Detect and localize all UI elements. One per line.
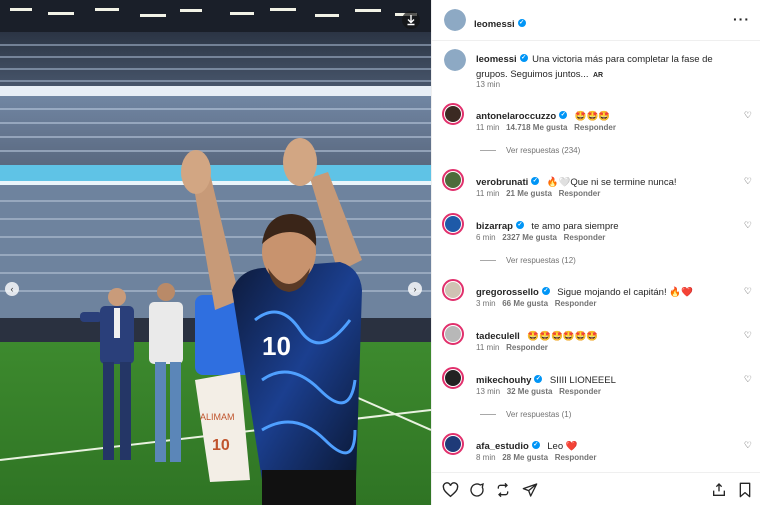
comment: afa_estudio ✓ Leo ❤️ 8 min 28 Me gusta Re… — [432, 430, 760, 470]
next-image-button[interactable]: › — [408, 282, 422, 296]
comment-time: 11 min — [476, 189, 500, 198]
comment-text: SIIII LIONEEEL — [549, 375, 616, 386]
comment: verobrunati ✓ 🔥🤍Que ni se termine nunca! … — [432, 166, 760, 206]
commenter-username[interactable]: afa_estudio — [476, 441, 529, 452]
repost-icon[interactable] — [495, 482, 511, 498]
comment: tadeculell 🤩🤩🤩🤩🤩🤩 11 min Responder ♡ — [432, 320, 760, 360]
like-comment-heart-icon[interactable]: ♡ — [744, 330, 752, 341]
bookmark-icon[interactable] — [738, 482, 752, 498]
commenter-avatar[interactable] — [442, 433, 464, 455]
verified-icon: ✓ — [517, 18, 526, 27]
post-photo: 10 ALIMAM 10 ‹ › — [0, 0, 431, 505]
divider — [480, 414, 496, 415]
comment-icon[interactable] — [469, 482, 485, 498]
comment-text: Leo ❤️ — [547, 441, 578, 452]
comment-time: 11 min — [476, 343, 500, 352]
comment-time: 13 min — [476, 387, 501, 396]
commenter-username[interactable]: bizarrap — [476, 221, 513, 232]
commenter-avatar[interactable] — [442, 169, 464, 191]
like-comment-heart-icon[interactable]: ♡ — [744, 176, 752, 187]
comment: mikechouhy ✓ SIIII LIONEEEL 13 min 32 Me … — [432, 364, 760, 424]
comment-time: 6 min — [476, 233, 496, 242]
commenter-username[interactable]: mikechouhy — [476, 375, 531, 386]
reply-button[interactable]: Responder — [555, 453, 597, 462]
more-icon: ··· — [733, 11, 750, 27]
verified-icon: ✓ — [531, 440, 540, 449]
caption: leomessi ✓ Una victoria más para completa… — [476, 51, 746, 82]
comment-likes[interactable]: 2327 Me gusta — [502, 233, 557, 242]
commenter-username[interactable]: antonelaroccuzzo — [476, 111, 556, 122]
commenter-username[interactable]: tadeculell — [476, 331, 520, 342]
comment-text: 🤩🤩🤩🤩🤩🤩 — [527, 331, 599, 342]
reply-button[interactable]: Responder — [559, 387, 601, 396]
author-avatar[interactable] — [444, 9, 466, 31]
commenter-username[interactable]: verobrunati — [476, 177, 528, 188]
commenter-username[interactable]: gregorossello — [476, 287, 539, 298]
comment-likes[interactable]: 32 Me gusta — [507, 387, 553, 396]
reply-button[interactable]: Responder — [564, 233, 606, 242]
download-button[interactable] — [402, 11, 420, 29]
commenter-avatar[interactable] — [442, 323, 464, 345]
comment: antonelaroccuzzo ✓ 🤩🤩🤩 11 min 14.718 Me g… — [432, 100, 760, 160]
share-to-story-icon[interactable] — [711, 482, 727, 498]
caption-time: 13 min — [476, 80, 501, 89]
verified-icon: ✓ — [519, 53, 528, 62]
post-header: leomessi ✓ ··· — [432, 0, 760, 41]
divider — [480, 150, 496, 151]
comment-text: Sigue mojando el capitán! 🔥❤️ — [557, 287, 693, 298]
heart-icon[interactable] — [442, 482, 459, 498]
like-comment-heart-icon[interactable]: ♡ — [744, 440, 752, 451]
comment-time: 11 min — [476, 123, 500, 132]
divider — [480, 260, 496, 261]
comment: gregorossello ✓ Sigue mojando el capitán!… — [432, 276, 760, 316]
view-replies-button[interactable]: Ver respuestas (12) — [506, 256, 576, 265]
chevron-right-icon: › — [413, 284, 417, 294]
caption-avatar[interactable] — [444, 49, 466, 71]
reply-button[interactable]: Responder — [555, 299, 597, 308]
verified-icon: ✓ — [534, 374, 543, 383]
comment-likes[interactable]: 21 Me gusta — [506, 189, 552, 198]
action-bar — [432, 472, 760, 506]
more-options-button[interactable]: ··· — [733, 11, 750, 27]
author-username[interactable]: leomessi — [474, 19, 515, 30]
reply-button[interactable]: Responder — [506, 343, 548, 352]
comment-text: te amo para siempre — [531, 221, 619, 232]
verified-icon: ✓ — [541, 286, 550, 295]
verified-icon: ✓ — [515, 220, 524, 229]
chevron-left-icon: ‹ — [10, 284, 14, 294]
caption-username[interactable]: leomessi — [476, 54, 517, 65]
svg-text:10: 10 — [212, 437, 230, 454]
like-comment-heart-icon[interactable]: ♡ — [744, 220, 752, 231]
verified-icon: ✓ — [531, 176, 540, 185]
comment-likes[interactable]: 28 Me gusta — [502, 453, 548, 462]
download-icon — [407, 15, 415, 26]
commenter-avatar[interactable] — [442, 103, 464, 125]
reply-button[interactable]: Responder — [574, 123, 616, 132]
reply-button[interactable]: Responder — [559, 189, 601, 198]
comment: bizarrap ✓ te amo para siempre 6 min 2327… — [432, 210, 760, 270]
comment-text: 🤩🤩🤩 — [574, 111, 611, 122]
comment-likes[interactable]: 66 Me gusta — [502, 299, 548, 308]
comment-time: 3 min — [476, 299, 496, 308]
previous-image-button[interactable]: ‹ — [5, 282, 19, 296]
view-replies-button[interactable]: Ver respuestas (234) — [506, 146, 580, 155]
svg-text:ALIMAM: ALIMAM — [200, 412, 235, 422]
commenter-avatar[interactable] — [442, 213, 464, 235]
like-comment-heart-icon[interactable]: ♡ — [744, 286, 752, 297]
commenter-avatar[interactable] — [442, 279, 464, 301]
like-comment-heart-icon[interactable]: ♡ — [744, 110, 752, 121]
argentina-flag: AR — [592, 72, 604, 79]
view-replies-button[interactable]: Ver respuestas (1) — [506, 410, 571, 419]
verified-icon: ✓ — [559, 110, 568, 119]
comment-time: 8 min — [476, 453, 496, 462]
commenter-avatar[interactable] — [442, 367, 464, 389]
comment-likes[interactable]: 14.718 Me gusta — [506, 123, 567, 132]
post-sidebar: leomessi ✓ ··· leomessi ✓ Una victoria más… — [431, 0, 760, 505]
svg-text:10: 10 — [262, 331, 291, 361]
comment-text: 🔥🤍Que ni se termine nunca! — [546, 177, 677, 188]
send-icon[interactable] — [522, 482, 538, 498]
like-comment-heart-icon[interactable]: ♡ — [744, 374, 752, 385]
